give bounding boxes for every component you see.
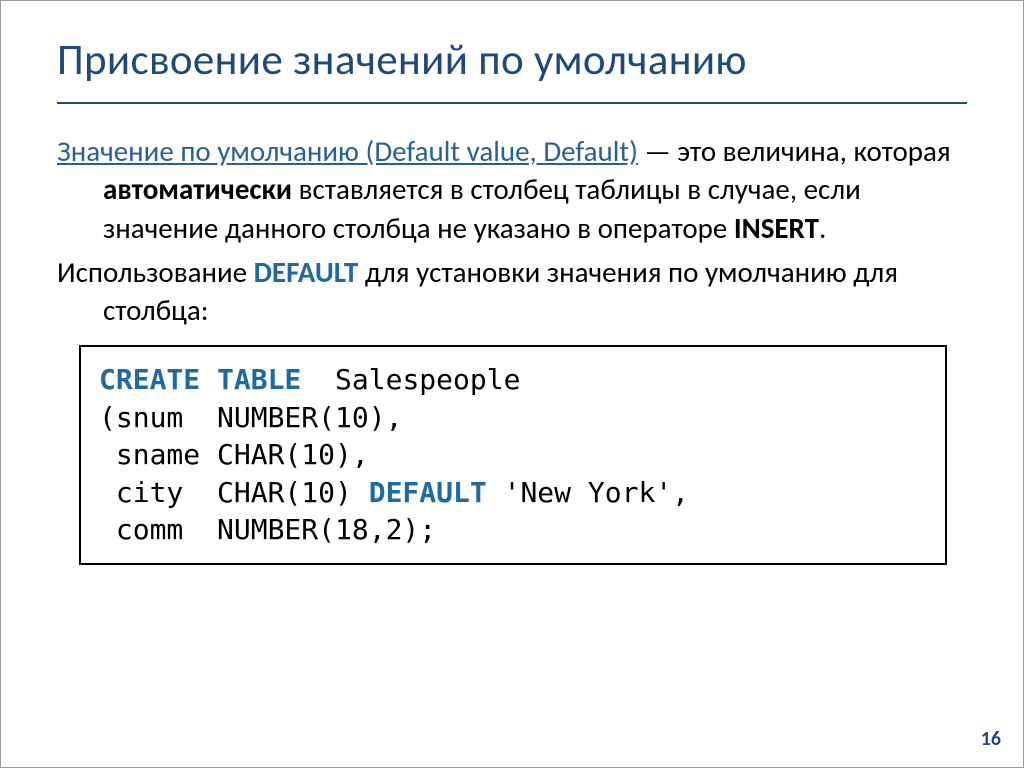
p1-rest1: — это величина, которая [638, 133, 951, 169]
code-kw-create-table: CREATE TABLE [99, 363, 301, 396]
paragraph-2: Использование DEFAULT для установки знач… [57, 253, 967, 330]
code-line4b: 'New York', [487, 476, 689, 509]
page-number: 16 [981, 727, 1001, 751]
p1-bold-auto: автоматически [103, 171, 292, 207]
code-rest1: Salespeople [301, 363, 520, 396]
p2-a: Использование [57, 254, 254, 290]
title-divider [57, 102, 967, 104]
code-line4a: city CHAR(10) [99, 476, 369, 509]
p1-rest3: . [819, 210, 826, 246]
default-value-term: Значение по умолчанию (Default value, De… [57, 133, 638, 169]
code-example: CREATE TABLE Salespeople (snum NUMBER(10… [79, 345, 947, 565]
code-kw-default: DEFAULT [369, 476, 487, 509]
p2-kw-default: DEFAULT [254, 254, 359, 290]
code-line5: comm NUMBER(18,2); [99, 513, 436, 546]
slide-title: Присвоение значений по умолчанию [57, 33, 967, 86]
slide-container: Присвоение значений по умолчанию Значени… [1, 1, 1023, 565]
code-line2: (snum NUMBER(10), [99, 401, 402, 434]
paragraph-1: Значение по умолчанию (Default value, De… [57, 132, 967, 247]
p1-bold-insert: INSERT [734, 210, 819, 246]
code-line3: sname CHAR(10), [99, 438, 369, 471]
